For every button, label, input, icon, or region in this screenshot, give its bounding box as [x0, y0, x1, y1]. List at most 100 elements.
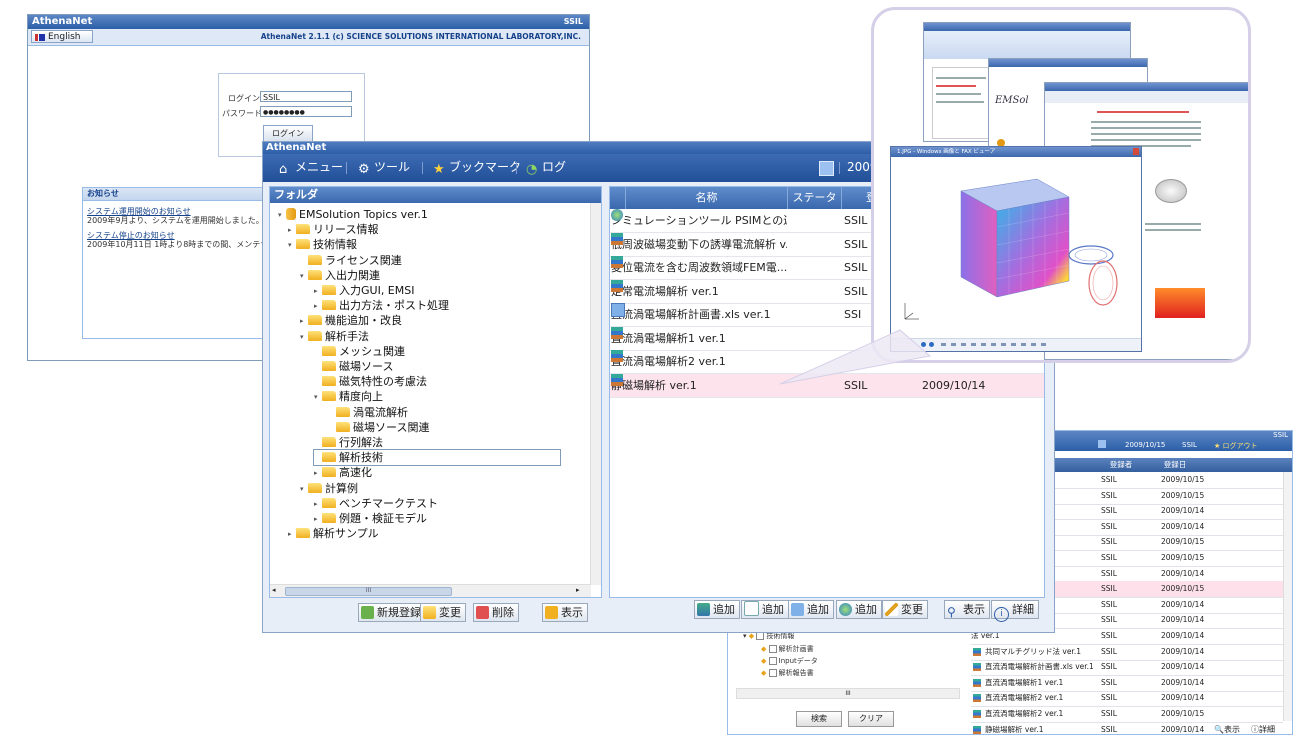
tree-item[interactable]: 磁場ソース [314, 359, 393, 374]
folder-icon [308, 482, 322, 493]
view-folder-button[interactable]: 表示 [542, 603, 588, 622]
row-date: 2009/10/15 [1161, 584, 1205, 594]
col-status[interactable]: ステータス [788, 187, 842, 226]
details-button[interactable]: i 詳細 [991, 600, 1039, 622]
bookmark-button[interactable]: ★ ブックマーク [433, 159, 521, 177]
tree-item[interactable]: ◆ 解析計画書 [761, 644, 814, 654]
expand-icon[interactable]: ▸ [288, 223, 296, 238]
folder-icon [296, 224, 310, 235]
tree-item[interactable]: ▾ 技術情報 [288, 237, 357, 252]
tree-item[interactable]: 解析技術 [313, 449, 561, 467]
search-button[interactable]: 検索 [796, 711, 842, 727]
col-registrant[interactable]: 登録者 [1095, 458, 1147, 472]
view-document-button[interactable]: ⚲ 表示 [944, 600, 990, 619]
horizontal-scrollbar[interactable]: ◂ III ▸ [270, 584, 591, 597]
tools-button[interactable]: ⚙ ツール [358, 159, 410, 177]
row-name: 直流渦電場解析2 ver.1 [985, 693, 1064, 703]
copyright: AthenaNet 2.1.1 (c) SCIENCE SOLUTIONS IN… [260, 32, 581, 41]
log-button[interactable]: ◔ ログ [526, 159, 566, 177]
tree-item[interactable]: ▸ 高速化 [314, 465, 372, 480]
tree-item[interactable]: ◆ 解析報告書 [761, 668, 814, 678]
tree-item-label: ライセンス関連 [325, 253, 402, 267]
books-icon [973, 725, 981, 734]
expand-icon[interactable]: ▸ [288, 527, 296, 542]
table-row[interactable]: 共同マルチグリッド法 ver.1 SSIL 2009/10/14 [971, 644, 1283, 661]
tree-item[interactable]: ▾ EMSolution Topics ver.1 [278, 207, 428, 222]
collapse-icon[interactable]: ▾ [300, 482, 308, 497]
scroll-thumb[interactable]: III [285, 587, 452, 596]
add-document-button[interactable]: 追加 [694, 600, 740, 619]
folder-icon [296, 528, 310, 539]
add-file-button[interactable]: 追加 [741, 600, 789, 619]
close-icon[interactable] [1133, 148, 1139, 155]
expand-icon[interactable]: ▸ [300, 314, 308, 329]
vertical-scrollbar[interactable] [590, 203, 601, 585]
edit-document-button[interactable]: 変更 [882, 600, 928, 619]
tree-item[interactable]: ▸ 例題・検証モデル [314, 511, 427, 526]
add-link-button[interactable]: 追加 [788, 600, 834, 619]
collapse-icon[interactable]: ▾ [288, 238, 296, 253]
tree-item[interactable]: メッシュ関連 [314, 344, 405, 359]
tree-item[interactable]: ▸ 入力GUI, EMSI [314, 283, 414, 298]
tree-item[interactable]: ▾ 精度向上 [314, 389, 383, 404]
row-date: 2009/10/14 [1161, 506, 1205, 516]
tree-item[interactable]: ▾ 解析手法 [300, 329, 369, 344]
logout-link[interactable]: ★ ログアウト [1214, 441, 1258, 451]
col-name[interactable]: 名称 [626, 187, 788, 209]
horizontal-scrollbar[interactable]: III [736, 688, 960, 699]
tree-item[interactable]: ▾ 入出力関連 [300, 268, 380, 283]
tree-item[interactable]: ▸ 出力方法・ポスト処理 [314, 298, 449, 313]
tree-item[interactable]: 渦電流解析 [328, 405, 408, 420]
row-registrant: SSIL [1101, 662, 1117, 672]
expand-icon[interactable]: ▸ [314, 284, 322, 299]
tree-item[interactable]: 行列解法 [314, 435, 383, 450]
col-date[interactable]: 登録日 [1149, 458, 1201, 472]
expand-icon[interactable]: ▸ [314, 299, 322, 314]
tree-item[interactable]: 磁気特性の考慮法 [314, 374, 427, 389]
view-icon [545, 606, 558, 619]
english-button[interactable]: English [31, 30, 93, 43]
tree-item[interactable]: ▸ ベンチマークテスト [314, 496, 438, 511]
details-button[interactable]: ⓘ詳細 [1251, 724, 1275, 734]
delete-button[interactable]: 削除 [473, 603, 519, 622]
books-icon [973, 678, 981, 687]
clear-button[interactable]: クリア [848, 711, 894, 727]
tree-item[interactable]: ▾ 計算例 [300, 481, 358, 496]
table-row[interactable]: 直流渦電場解析2 ver.1 SSIL 2009/10/14 [971, 690, 1283, 708]
tree-item[interactable]: 磁場ソース関連 [328, 420, 429, 435]
expand-icon[interactable]: ▸ [314, 512, 322, 527]
tree-item[interactable]: ライセンス関連 [300, 253, 402, 268]
expand-icon[interactable]: ▸ [314, 497, 322, 512]
edit-folder-button[interactable]: 変更 [420, 603, 466, 622]
grid-icon[interactable] [819, 161, 834, 176]
folder-icon [423, 606, 436, 619]
menu-button[interactable]: ⌂ メニュー [279, 159, 343, 177]
row-registrant: SSIL [1101, 521, 1117, 531]
table-row[interactable]: 直流渦電場解析1 ver.1 SSIL 2009/10/14 [971, 675, 1283, 692]
globe-icon [611, 209, 623, 221]
home-icon: ⌂ [279, 162, 288, 177]
password-input[interactable]: ●●●●●●●● [260, 106, 352, 117]
expand-icon[interactable]: ▸ [314, 466, 322, 481]
tree-item[interactable]: ▸ 機能追加・改良 [300, 313, 402, 328]
table-row[interactable]: 直流渦電場解析2 ver.1 SSIL 2009/10/15 [971, 706, 1283, 723]
tree-item[interactable]: ▸ 解析サンプル [288, 526, 379, 541]
login-toolbar: English AthenaNet 2.1.1 (c) SCIENCE SOLU… [28, 29, 589, 46]
tree-item[interactable]: ◆ Inputデータ [761, 656, 818, 666]
view-button[interactable]: 🔍表示 [1214, 724, 1240, 734]
collapse-icon[interactable]: ▾ [314, 390, 322, 405]
add-web-button[interactable]: 追加 [836, 600, 882, 619]
collapse-icon[interactable]: ▾ [300, 330, 308, 345]
tree-item[interactable]: ▸ リリース情報 [288, 222, 378, 237]
new-button[interactable]: 新規登録 [358, 603, 426, 622]
collapse-icon[interactable]: ▾ [300, 269, 308, 284]
folder-icon [308, 330, 322, 341]
folder-icon [322, 391, 336, 402]
table-row[interactable]: 直流渦電場解析計画書.xls ver.1 SSIL 2009/10/14 [971, 659, 1283, 677]
login-name-input[interactable]: SSIL [260, 91, 352, 102]
row-name: 直流渦電場解析2 ver.1 [985, 709, 1064, 718]
vertical-scrollbar[interactable] [1283, 472, 1292, 721]
tree-item-label: 行列解法 [339, 436, 383, 449]
tree-item-label: メッシュ関連 [339, 344, 405, 358]
collapse-icon[interactable]: ▾ [278, 208, 286, 223]
